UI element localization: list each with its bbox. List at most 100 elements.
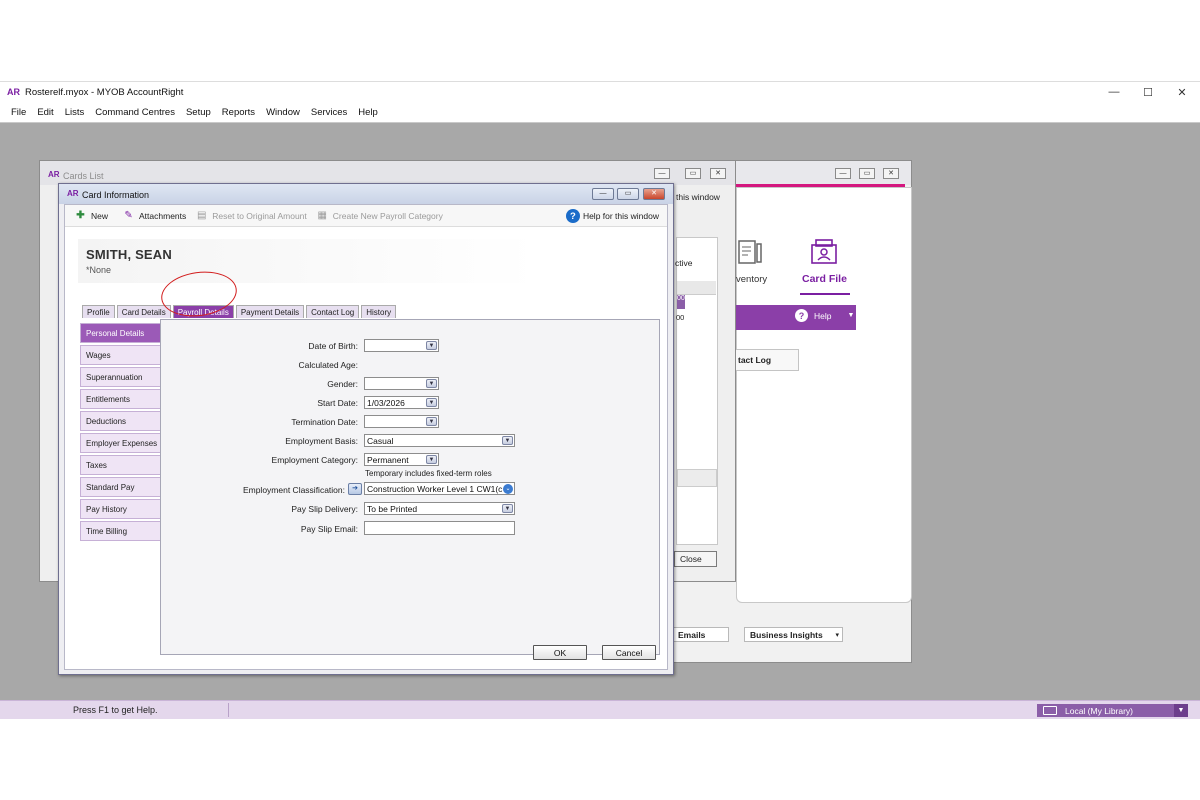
cards-list-title: Cards List — [63, 171, 104, 181]
minimize-icon[interactable]: — — [1096, 82, 1132, 102]
cc-card-file-underline — [800, 293, 850, 295]
payroll-sidenav: Personal Details Wages Superannuation En… — [80, 323, 160, 543]
dialog-close-icon[interactable]: ✕ — [643, 188, 665, 200]
cc-close-icon[interactable]: ✕ — [883, 168, 899, 179]
menu-window[interactable]: Window — [266, 107, 300, 118]
sidenav-standard-pay[interactable]: Standard Pay — [80, 477, 160, 497]
cards-list-close-button[interactable]: Close — [674, 551, 717, 567]
cards-list-logo: AR — [48, 170, 60, 179]
sidenav-time-billing[interactable]: Time Billing — [80, 521, 160, 541]
dropdown-arrow-icon: ▼ — [426, 379, 437, 388]
grid-cell[interactable]: 00 — [676, 313, 684, 322]
status-bar: Press F1 to get Help. Local (My Library)… — [0, 700, 1200, 719]
library-selector[interactable]: Local (My Library) ▼ — [1037, 704, 1188, 717]
card-file-icon[interactable] — [808, 237, 840, 267]
cc-help-label: Help — [814, 310, 832, 321]
employment-basis-select[interactable]: Casual ▼ — [364, 434, 515, 447]
dropdown-arrow-icon: ▼ — [426, 455, 437, 464]
sidenav-superannuation[interactable]: Superannuation — [80, 367, 160, 387]
gender-field[interactable]: ▼ — [364, 377, 439, 390]
calculated-age-label: Calculated Age: — [298, 360, 358, 370]
inventory-icon[interactable] — [736, 238, 766, 268]
inactive-label[interactable]: ctive — [675, 258, 692, 268]
card-subname: *None — [86, 265, 112, 275]
termination-date-field[interactable]: ▼ — [364, 415, 439, 428]
monitor-icon — [1043, 706, 1057, 715]
new-label: New — [91, 210, 109, 221]
tab-payment-details[interactable]: Payment Details — [235, 305, 305, 318]
card-info-body: ✚ New ✎ Attachments ▤ Reset to Original Amo… — [64, 204, 668, 670]
create-payroll-label: Create New Payroll Category — [332, 210, 443, 221]
app-logo: AR — [7, 87, 20, 97]
tab-contact-log[interactable]: Contact Log — [306, 305, 360, 318]
menu-setup[interactable]: Setup — [186, 107, 211, 118]
cancel-button[interactable]: Cancel — [602, 645, 656, 660]
start-date-field[interactable]: 1/03/2026 ▼ — [364, 396, 439, 409]
new-button[interactable]: ✚ New — [74, 209, 108, 222]
employment-category-label: Employment Category: — [271, 455, 358, 465]
start-date-label: Start Date: — [317, 398, 358, 408]
payslip-email-input[interactable] — [364, 521, 515, 535]
cl-minimize-icon[interactable]: — — [654, 168, 670, 179]
menu-help[interactable]: Help — [358, 107, 378, 118]
classification-lookup-icon[interactable]: ➔ — [348, 483, 362, 495]
sidenav-employer-expenses[interactable]: Employer Expenses — [80, 433, 160, 453]
status-help-text: Press F1 to get Help. — [73, 705, 158, 715]
card-tabs: Profile Card Details Payroll Details Pay… — [82, 305, 398, 318]
menu-lists[interactable]: Lists — [65, 107, 85, 118]
employment-basis-value: Casual — [367, 435, 394, 446]
attachments-button[interactable]: ✎ Attachments — [122, 209, 186, 222]
sidenav-pay-history[interactable]: Pay History — [80, 499, 160, 519]
dob-field[interactable]: ▼ — [364, 339, 439, 352]
sidenav-personal-details[interactable]: Personal Details — [80, 323, 160, 343]
menu-reports[interactable]: Reports — [222, 107, 255, 118]
cl-maximize-icon[interactable]: ▭ — [685, 168, 701, 179]
dialog-minimize-icon[interactable]: — — [592, 188, 614, 200]
cc-inventory-label[interactable]: ventory — [736, 274, 767, 285]
cc-help[interactable]: ? Help ▼ — [795, 309, 854, 322]
cc-maximize-icon[interactable]: ▭ — [859, 168, 875, 179]
payslip-delivery-select[interactable]: To be Printed ▼ — [364, 502, 515, 515]
employment-category-select[interactable]: Permanent ▼ — [364, 453, 439, 466]
emails-button[interactable]: Emails — [672, 627, 729, 642]
app-title: Rosterelf.myox - MYOB AccountRight — [25, 86, 184, 98]
maximize-icon[interactable]: ☐ — [1130, 82, 1166, 102]
chevron-down-icon: ▾ — [835, 631, 839, 639]
chevron-down-icon: ⌄ — [503, 484, 513, 494]
employment-classification-select[interactable]: Construction Worker Level 1 CW1(c ⌄ — [364, 482, 515, 495]
sidenav-entitlements[interactable]: Entitlements — [80, 389, 160, 409]
business-insights-button[interactable]: Business Insights ▾ — [744, 627, 843, 642]
sidenav-wages[interactable]: Wages — [80, 345, 160, 365]
reset-icon: ▤ — [197, 210, 207, 221]
new-icon: ✚ — [76, 210, 85, 221]
menu-services[interactable]: Services — [311, 107, 347, 118]
tab-history[interactable]: History — [361, 305, 397, 318]
menu-edit[interactable]: Edit — [37, 107, 53, 118]
start-date-value: 1/03/2026 — [367, 397, 405, 408]
employment-classification-value: Construction Worker Level 1 CW1(c — [367, 483, 503, 494]
sidenav-taxes[interactable]: Taxes — [80, 455, 160, 475]
ok-button[interactable]: OK — [533, 645, 587, 660]
dialog-maximize-icon[interactable]: ▭ — [617, 188, 639, 200]
create-payroll-category-button[interactable]: ▦ Create New Payroll Category — [316, 209, 443, 222]
sidenav-deductions[interactable]: Deductions — [80, 411, 160, 431]
grid-header — [677, 281, 716, 295]
employment-basis-label: Employment Basis: — [285, 436, 358, 446]
help-for-window-button[interactable]: ? Help for this window — [565, 209, 659, 223]
reset-to-original-button[interactable]: ▤ Reset to Original Amount — [195, 209, 307, 222]
cc-card-file-label[interactable]: Card File — [802, 273, 847, 285]
cc-minimize-icon[interactable]: — — [835, 168, 851, 179]
tab-card-details[interactable]: Card Details — [116, 305, 171, 318]
cl-close-icon[interactable]: ✕ — [710, 168, 726, 179]
tab-profile[interactable]: Profile — [82, 305, 115, 318]
selected-cell[interactable]: 00 — [677, 295, 685, 309]
library-label: Local (My Library) — [1065, 705, 1134, 716]
card-info-logo: AR — [67, 189, 79, 198]
cards-list-help[interactable]: this window — [676, 192, 720, 202]
card-name: SMITH, SEAN — [86, 247, 172, 262]
close-icon[interactable]: ✕ — [1164, 82, 1200, 102]
menu-file[interactable]: File — [11, 107, 26, 118]
menu-command-centres[interactable]: Command Centres — [95, 107, 175, 118]
cards-list-titlebar — [40, 161, 735, 185]
cc-contact-log-button[interactable]: tact Log — [733, 349, 799, 371]
